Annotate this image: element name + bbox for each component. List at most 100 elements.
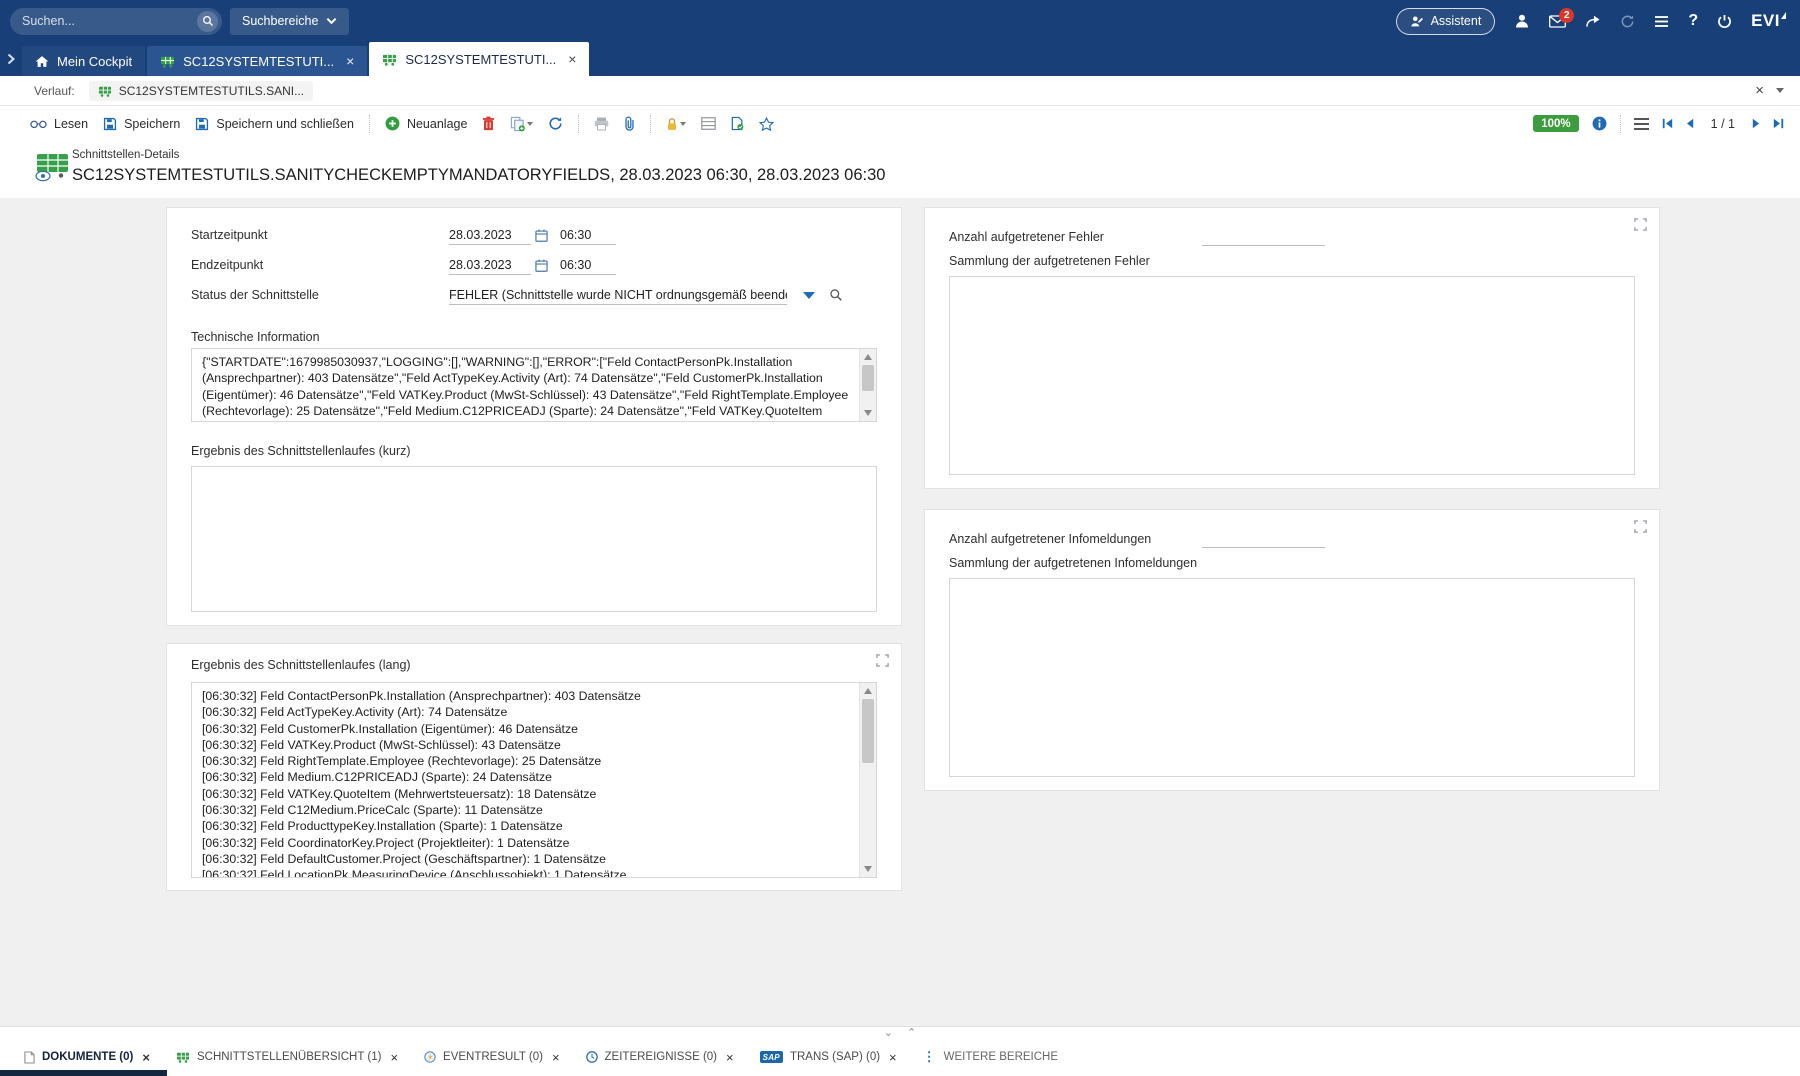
errors-card: Anzahl aufgetretener Fehler Sammlung der…	[924, 207, 1660, 489]
toolbar-separator	[369, 115, 370, 133]
close-icon[interactable]: ×	[142, 1050, 150, 1065]
status-dropdown[interactable]: FEHLER (Schnittstelle wurde NICHT ordnun…	[449, 286, 787, 305]
collapse-up-icon[interactable]: ⌃	[907, 1028, 916, 1039]
close-icon[interactable]: ×	[889, 1050, 897, 1065]
chevron-down-icon[interactable]	[527, 122, 533, 126]
error-count-row: Anzahl aufgetretener Fehler	[949, 220, 1635, 246]
bottom-tab-eventresult[interactable]: EVENTRESULT (0) ×	[414, 1044, 570, 1071]
scroll-down-icon[interactable]	[864, 866, 872, 872]
read-button[interactable]: Lesen	[30, 117, 88, 131]
tab-sc12systemtestutils-2-active[interactable]: SC12SYSTEMTESTUTI... ×	[369, 42, 589, 76]
scroll-thumb[interactable]	[862, 365, 874, 391]
scroll-up-icon[interactable]	[864, 688, 872, 694]
calendar-icon[interactable]	[535, 259, 548, 272]
search-scopes-button[interactable]: Suchbereiche	[230, 8, 349, 35]
bottom-tab-dokumente[interactable]: DOKUMENTE (0) ×	[14, 1044, 160, 1071]
result-short-label: Ergebnis des Schnittstellenlaufes (kurz)	[191, 444, 877, 462]
panel-expand-chevron-icon[interactable]	[0, 42, 22, 76]
print-icon[interactable]	[594, 117, 609, 131]
document-check-icon[interactable]	[731, 116, 744, 131]
last-page-icon[interactable]	[1773, 118, 1784, 129]
forward-icon[interactable]	[1585, 15, 1601, 28]
scrollbar[interactable]	[859, 683, 876, 877]
history-item[interactable]: SC12SYSTEMTESTUTILS.SANI...	[89, 81, 313, 101]
delete-icon[interactable]	[482, 116, 495, 131]
first-page-icon[interactable]	[1662, 118, 1673, 129]
lock-icon[interactable]	[666, 117, 686, 131]
next-page-icon[interactable]	[1752, 118, 1760, 129]
sap-logo-icon: SAP	[760, 1051, 783, 1063]
bottom-tab-schnittstellenuebersicht[interactable]: SCHNITTSTELLENÜBERSICHT (1) ×	[166, 1044, 408, 1071]
save-button[interactable]: Speichern	[103, 117, 180, 131]
brand-logo: EVI	[1751, 11, 1786, 31]
tab-mein-cockpit[interactable]: Mein Cockpit	[22, 46, 145, 76]
global-search-box[interactable]	[10, 8, 222, 35]
help-icon[interactable]: ?	[1688, 12, 1698, 30]
bottom-tab-trans-sap[interactable]: SAP TRANS (SAP) (0) ×	[750, 1044, 907, 1071]
bottom-tab-label: ZEITEREIGNISSE (0)	[605, 1051, 717, 1063]
end-time-field[interactable]: 06:30	[560, 256, 616, 275]
status-search-icon[interactable]	[829, 288, 843, 302]
result-short-textbox[interactable]	[191, 466, 877, 612]
user-icon[interactable]	[1514, 13, 1530, 29]
close-icon[interactable]: ×	[346, 54, 354, 68]
info-count-field[interactable]	[1202, 530, 1325, 548]
collapse-down-icon[interactable]: ⌄	[884, 1028, 893, 1039]
scroll-down-icon[interactable]	[864, 410, 872, 416]
tech-info-textbox[interactable]: {"STARTDATE":1679985030937,"LOGGING":[],…	[191, 348, 877, 422]
start-time-label: Startzeitpunkt	[191, 228, 449, 242]
inbox-icon[interactable]: 2	[1549, 15, 1566, 28]
search-input[interactable]	[22, 14, 197, 28]
fullscreen-icon[interactable]	[1634, 218, 1647, 231]
favorite-star-icon[interactable]	[759, 117, 774, 131]
bottom-tab-weitere-bereiche[interactable]: ⋮ WEITERE BEREICHE	[913, 1043, 1068, 1071]
calendar-icon[interactable]	[535, 229, 548, 242]
list-icon[interactable]	[1654, 15, 1669, 28]
close-icon[interactable]: ×	[390, 1050, 398, 1065]
result-long-textbox[interactable]: [06:30:32] Feld ContactPersonPk.Installa…	[191, 682, 877, 878]
history-item-label: SC12SYSTEMTESTUTILS.SANI...	[119, 84, 304, 98]
error-collection-textbox[interactable]	[949, 276, 1635, 475]
scroll-up-icon[interactable]	[864, 354, 872, 360]
fullscreen-icon[interactable]	[1634, 520, 1647, 533]
prev-page-icon[interactable]	[1686, 118, 1694, 129]
new-record-button[interactable]: Neuanlage	[385, 116, 467, 131]
bottom-tab-label: TRANS (SAP) (0)	[790, 1051, 880, 1063]
start-time-field[interactable]: 06:30	[560, 226, 616, 245]
scrollbar[interactable]	[859, 349, 876, 421]
info-icon[interactable]	[1592, 116, 1607, 131]
start-date-field[interactable]: 28.03.2023	[449, 226, 531, 245]
save-and-close-button[interactable]: Speichern und schließen	[195, 117, 354, 131]
attachment-icon[interactable]	[624, 116, 635, 132]
menu-icon[interactable]	[1634, 118, 1649, 130]
assistant-button[interactable]: Assistent	[1396, 8, 1496, 35]
error-collection-value	[950, 277, 1634, 287]
refresh-icon[interactable]	[548, 116, 563, 131]
power-icon[interactable]	[1717, 14, 1732, 29]
search-icon[interactable]	[197, 11, 218, 32]
tab-sc12systemtestutils-1[interactable]: SC12SYSTEMTESTUTI... ×	[147, 46, 367, 76]
bottom-tab-zeitereignisse[interactable]: ZEITEREIGNISSE (0) ×	[576, 1044, 744, 1071]
plus-circle-icon	[385, 116, 400, 131]
table-icon[interactable]	[701, 117, 716, 130]
close-icon[interactable]: ×	[726, 1050, 734, 1065]
chevron-down-icon[interactable]	[680, 122, 686, 126]
error-count-field[interactable]	[1202, 228, 1325, 246]
scroll-thumb[interactable]	[862, 699, 874, 763]
end-time-row: Endzeitpunkt 28.03.2023 06:30	[191, 250, 877, 280]
chevron-down-icon[interactable]	[1776, 88, 1784, 93]
document-icon	[24, 1051, 35, 1064]
zoom-badge[interactable]: 100%	[1533, 115, 1578, 132]
close-icon[interactable]: ×	[568, 52, 576, 66]
search-scopes-label: Suchbereiche	[242, 14, 318, 28]
close-icon[interactable]: ×	[1755, 82, 1764, 99]
new-record-label: Neuanlage	[407, 117, 467, 131]
bottom-tab-label: EVENTRESULT (0)	[443, 1051, 543, 1063]
info-collection-textbox[interactable]	[949, 578, 1635, 777]
dropdown-caret-icon[interactable]	[803, 292, 815, 299]
copy-icon[interactable]	[510, 116, 533, 132]
fullscreen-icon[interactable]	[876, 654, 889, 667]
end-date-field[interactable]: 28.03.2023	[449, 256, 531, 275]
close-icon[interactable]: ×	[552, 1050, 560, 1065]
sync-icon[interactable]	[1620, 14, 1635, 29]
